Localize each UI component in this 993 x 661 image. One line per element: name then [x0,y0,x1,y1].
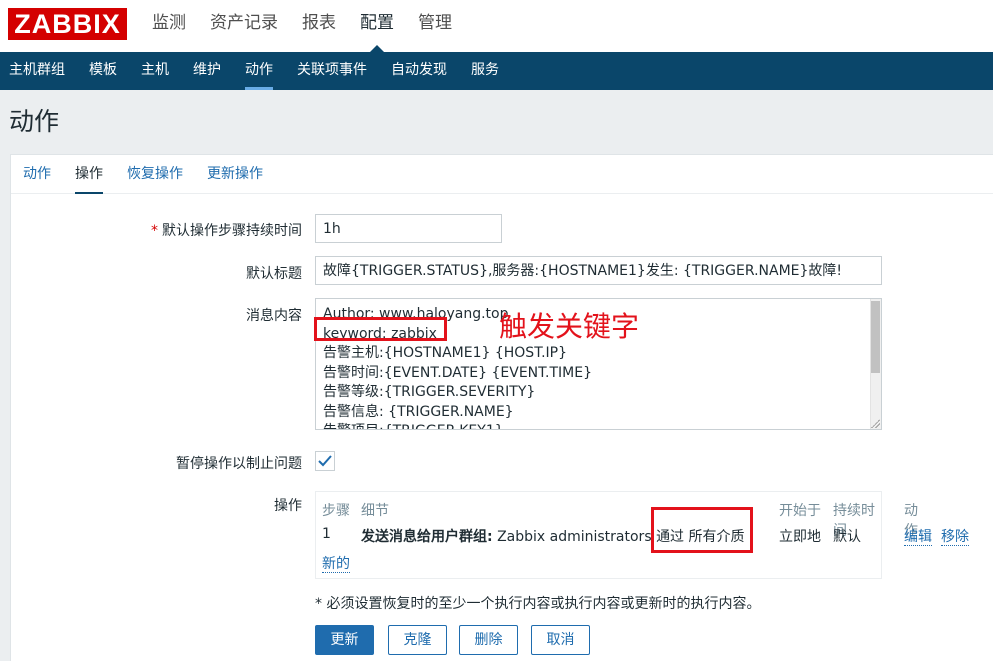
media-highlight-box [651,507,753,553]
sub-menu-event-correlation[interactable]: 关联项事件 [285,52,379,90]
operation-duration: 默认 [833,529,861,545]
subject-label: 默认标题 [246,266,302,282]
resize-grip-icon[interactable] [871,419,880,428]
message-line: 告警等级:{TRIGGER.SEVERITY} [323,384,536,400]
column-header-step: 步骤 [322,503,350,519]
keyword-annotation: 触发关键字 [499,310,640,343]
pause-checkbox[interactable] [315,451,335,471]
cancel-button[interactable]: 取消 [531,625,590,655]
column-header-details: 细节 [361,503,389,519]
required-marker: * [151,223,158,239]
zabbix-logo[interactable]: ZABBIX [8,8,127,40]
keyword-highlight-box [314,317,447,341]
new-operation-link[interactable]: 新的 [322,553,350,573]
sub-menu-host-groups[interactable]: 主机群组 [0,52,77,90]
message-label: 消息内容 [246,308,302,324]
sub-menu-actions[interactable]: 动作 [233,52,285,90]
textarea-scrollbar[interactable] [870,299,881,429]
delete-button[interactable]: 删除 [459,625,518,655]
update-button[interactable]: 更新 [315,625,374,655]
tab-recovery-operations[interactable]: 恢复操作 [115,155,195,193]
message-line: 告警主机:{HOSTNAME1} {HOST.IP} [323,345,568,361]
subject-input[interactable]: 故障{TRIGGER.STATUS},服务器:{HOSTNAME1}发生: {T… [315,256,882,285]
main-menu-administration[interactable]: 管理 [406,0,464,52]
action-form-card: 动作 操作 恢复操作 更新操作 * 默认操作步骤持续时间 1h 默认标题 故障{T… [10,154,993,661]
pause-label: 暂停操作以制止问题 [176,456,302,472]
sub-menu-discovery[interactable]: 自动发现 [379,52,459,90]
operation-edit-link[interactable]: 编辑 [904,526,932,546]
sub-menu-maintenance[interactable]: 维护 [181,52,233,90]
step-duration-label: * 默认操作步骤持续时间 [151,223,302,239]
tab-update-operations[interactable]: 更新操作 [195,155,275,193]
operations-label: 操作 [274,498,302,514]
operation-step: 1 [322,526,331,542]
main-menu-reports[interactable]: 报表 [290,0,348,52]
column-header-start: 开始于 [779,503,821,519]
operation-remove-link[interactable]: 移除 [941,526,969,546]
clone-button[interactable]: 克隆 [388,625,447,655]
main-menu-monitoring[interactable]: 监测 [140,0,198,52]
main-menu-configuration[interactable]: 配置 [348,0,406,52]
message-line: 告警时间:{EVENT.DATE} {EVENT.TIME} [323,364,592,381]
sub-menu-templates[interactable]: 模板 [77,52,129,90]
sub-menu-hosts[interactable]: 主机 [129,52,181,90]
tab-operations[interactable]: 操作 [63,155,115,194]
form-tabs: 动作 操作 恢复操作 更新操作 [11,155,993,194]
operation-detail-type: 发送消息给用户群组: [361,529,493,545]
page-title: 动作 [9,107,60,136]
sub-menu: 主机群组 模板 主机 维护 动作 关联项事件 自动发现 服务 [0,52,993,90]
tab-action[interactable]: 动作 [11,155,63,193]
operation-detail-group: Zabbix administrators [497,529,652,545]
step-duration-input[interactable]: 1h [315,214,502,243]
operations-table: 步骤 细节 开始于 持续时间 动作 1 发送消息给用户群组: Zabbix ad… [315,491,969,579]
sub-menu-services[interactable]: 服务 [459,52,511,90]
required-note: * 必须设置恢复时的至少一个执行内容或执行内容或更新时的执行内容。 [315,596,761,612]
main-menu: 监测 资产记录 报表 配置 管理 [140,0,464,52]
operation-start: 立即地 [779,529,821,545]
checkmark-icon [318,455,332,467]
scrollbar-thumb[interactable] [871,301,880,373]
message-line: 告警信息: {TRIGGER.NAME} [323,403,514,420]
main-menu-inventory[interactable]: 资产记录 [198,0,290,52]
top-bar: ZABBIX 监测 资产记录 报表 配置 管理 [0,0,993,52]
message-line: 告警项目:{TRIGGER.KEY1} [323,422,592,429]
